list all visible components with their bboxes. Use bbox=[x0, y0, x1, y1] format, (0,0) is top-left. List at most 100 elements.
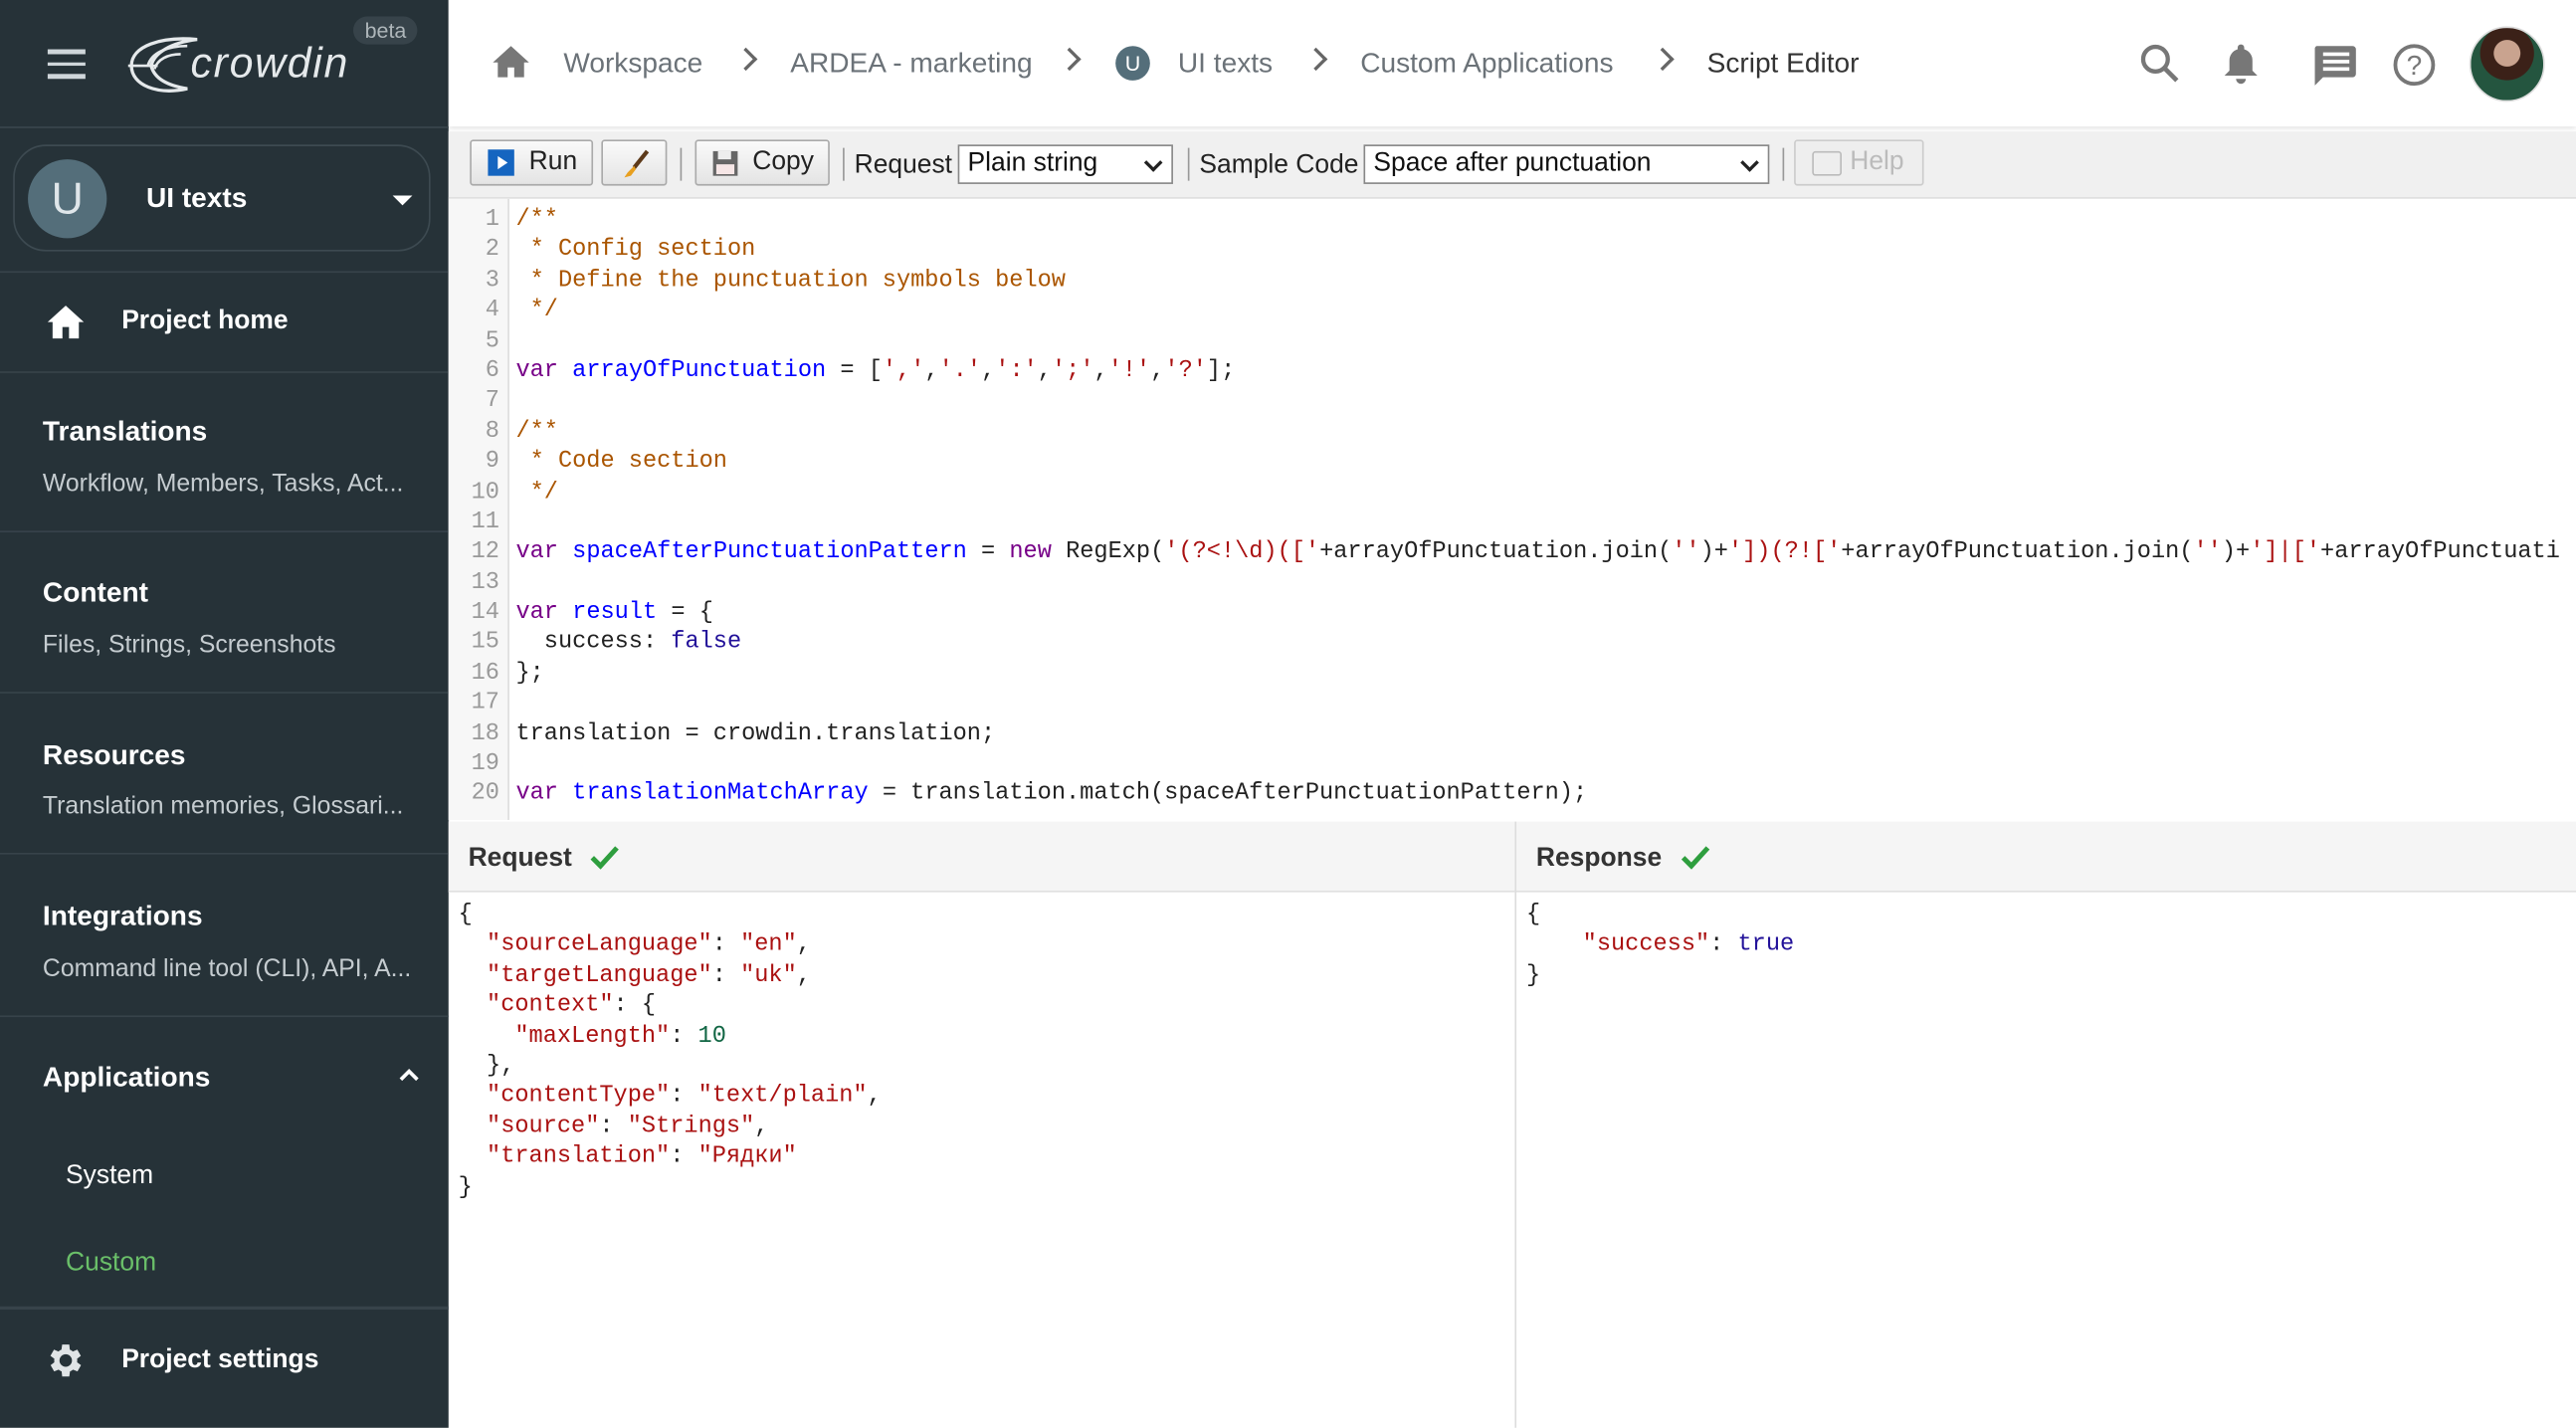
token-string: "targetLanguage" bbox=[487, 962, 712, 989]
avatar[interactable] bbox=[2469, 26, 2545, 102]
token-keyword: var bbox=[515, 599, 558, 627]
run-button[interactable]: Run bbox=[470, 139, 594, 186]
token-plain: { bbox=[1525, 902, 1541, 928]
chevron-right-icon bbox=[1303, 47, 1328, 72]
svg-text:?: ? bbox=[2407, 50, 2423, 81]
home-icon bbox=[47, 306, 85, 339]
token-plain: = [ bbox=[826, 357, 883, 385]
token-string: "success" bbox=[1582, 931, 1710, 959]
section-title: Resources bbox=[42, 739, 186, 771]
sample-code-value: Space after punctuation bbox=[1373, 149, 1652, 178]
sidebar-header: crowdin beta bbox=[0, 0, 449, 128]
line-content: var spaceAfterPunctuationPattern = new R… bbox=[515, 537, 2559, 567]
line-content: var translationMatchArray = translation.… bbox=[515, 779, 1587, 809]
sidebar: crowdin beta U UI texts Project home Tra… bbox=[0, 0, 449, 1428]
help-icon[interactable]: ? bbox=[2392, 43, 2437, 88]
sidebar-item-integrations[interactable]: Integrations Command line tool (CLI), AP… bbox=[0, 852, 449, 1017]
code-line: 8 /** bbox=[449, 417, 2576, 447]
token-string: "Strings" bbox=[627, 1114, 755, 1140]
token-def: arrayOfPunctuation bbox=[572, 357, 827, 385]
token-plain: = { bbox=[657, 599, 713, 627]
token-plain: , bbox=[867, 1083, 882, 1111]
json-line: "source": "Strings", bbox=[459, 1112, 1510, 1141]
divider bbox=[843, 147, 845, 181]
breadcrumb-workspace[interactable]: Workspace bbox=[563, 48, 702, 81]
json-line: "translation": "Рядки" bbox=[459, 1142, 1510, 1172]
token-string: "sourceLanguage" bbox=[487, 931, 712, 959]
breadcrumb-organization[interactable]: ARDEA - marketing bbox=[790, 48, 1032, 81]
menu-icon[interactable] bbox=[47, 49, 86, 79]
line-number: 12 bbox=[471, 539, 499, 566]
breadcrumb-current: Script Editor bbox=[1706, 47, 1860, 80]
section-subtitle: Command line tool (CLI), API, A... bbox=[42, 954, 412, 983]
response-title: Response bbox=[1535, 844, 1663, 873]
breadcrumb-custom-applications[interactable]: Custom Applications bbox=[1360, 48, 1613, 81]
project-selector[interactable]: U UI texts bbox=[13, 144, 431, 252]
token-plain: success: bbox=[515, 630, 672, 657]
chevron-down-icon bbox=[1740, 153, 1759, 172]
bell-icon[interactable] bbox=[2221, 43, 2261, 86]
code-line: 12 var spaceAfterPunctuationPattern = new… bbox=[449, 537, 2576, 567]
sidebar-subitem-custom[interactable]: Custom bbox=[66, 1249, 156, 1279]
format-button[interactable] bbox=[601, 139, 668, 186]
token-plain: , bbox=[924, 357, 939, 385]
sidebar-item-translations[interactable]: Translations Workflow, Members, Tasks, A… bbox=[0, 371, 449, 532]
breadcrumb-project[interactable]: UI texts bbox=[1178, 48, 1273, 81]
token-plain: translation = crowdin.translation; bbox=[515, 720, 996, 747]
token-plain: )+ bbox=[1699, 539, 1728, 566]
line-content: * Code section bbox=[515, 447, 727, 477]
chevron-up-icon[interactable] bbox=[398, 1067, 421, 1084]
token-def: spaceAfterPunctuationPattern bbox=[572, 539, 967, 566]
section-title[interactable]: Applications bbox=[43, 1062, 210, 1095]
json-line: "contentType": "text/plain", bbox=[459, 1082, 1510, 1112]
sidebar-item-label: Project settings bbox=[121, 1345, 319, 1374]
token-string: "uk" bbox=[740, 962, 797, 989]
token-string: '?' bbox=[1164, 357, 1207, 385]
copy-button[interactable]: Copy bbox=[694, 139, 830, 186]
token-comment: /** bbox=[515, 418, 558, 446]
token-plain: +arrayOfPunctuation.join( bbox=[1319, 539, 1673, 566]
sidebar-item-content[interactable]: Content Files, Strings, Screenshots bbox=[0, 530, 449, 693]
token-plain: : bbox=[670, 1143, 698, 1170]
divider bbox=[1782, 147, 1785, 181]
chat-icon[interactable] bbox=[2311, 43, 2357, 89]
code-editor[interactable]: 1/** 2 * Config section 3 * Define the pun… bbox=[448, 198, 2576, 820]
top-bar: Workspace ARDEA - marketing U UI texts C… bbox=[448, 0, 2576, 127]
app: crowdin beta U UI texts Project home Tra… bbox=[0, 0, 2576, 1428]
token-plain: : bbox=[670, 1022, 698, 1050]
request-type-select[interactable]: Plain string bbox=[957, 144, 1173, 184]
toolbar: Run Copy Request Plain string Sample Cod… bbox=[448, 131, 2576, 199]
token-comment: /** bbox=[515, 207, 558, 234]
help-button[interactable]: Help bbox=[1794, 139, 1924, 186]
token-string: '(?<!\d)([' bbox=[1164, 539, 1320, 566]
section-title: Integrations bbox=[42, 900, 203, 932]
sidebar-subitem-system[interactable]: System bbox=[66, 1161, 153, 1191]
token-comment: * Code section bbox=[515, 448, 727, 476]
check-icon bbox=[590, 846, 619, 870]
sidebar-item-project-home[interactable]: Project home bbox=[0, 271, 449, 372]
token-string: "context" bbox=[487, 992, 614, 1020]
line-number: 10 bbox=[471, 479, 499, 506]
search-icon[interactable] bbox=[2139, 43, 2182, 86]
sidebar-item-project-settings[interactable]: Project settings bbox=[0, 1306, 449, 1428]
code-line: 17 bbox=[449, 689, 2576, 718]
code-line: 18 translation = crowdin.translation; bbox=[449, 719, 2576, 749]
token-def: translationMatchArray bbox=[572, 781, 869, 808]
token-keyword: var bbox=[515, 539, 558, 566]
run-label: Run bbox=[528, 147, 578, 176]
pane-divider[interactable] bbox=[1514, 821, 1517, 1428]
code-line: 3 * Define the punctuation symbols below bbox=[449, 266, 2576, 296]
line-number: 5 bbox=[485, 327, 499, 354]
sidebar-item-resources[interactable]: Resources Translation memories, Glossari… bbox=[0, 692, 449, 854]
sidebar-item-label: Project home bbox=[121, 306, 289, 335]
sample-code-select[interactable]: Space after punctuation bbox=[1363, 144, 1770, 184]
home-icon[interactable] bbox=[492, 45, 531, 80]
svg-text:crowdin: crowdin bbox=[191, 40, 349, 88]
request-json[interactable]: { "sourceLanguage": "en", "targetLanguag… bbox=[459, 893, 1510, 1428]
line-number: 16 bbox=[471, 660, 499, 687]
response-json[interactable]: { "success": true} bbox=[1526, 893, 2561, 1428]
token-string: '!' bbox=[1107, 357, 1151, 385]
token-string: ':' bbox=[995, 357, 1038, 385]
token-plain: , bbox=[754, 1114, 769, 1140]
